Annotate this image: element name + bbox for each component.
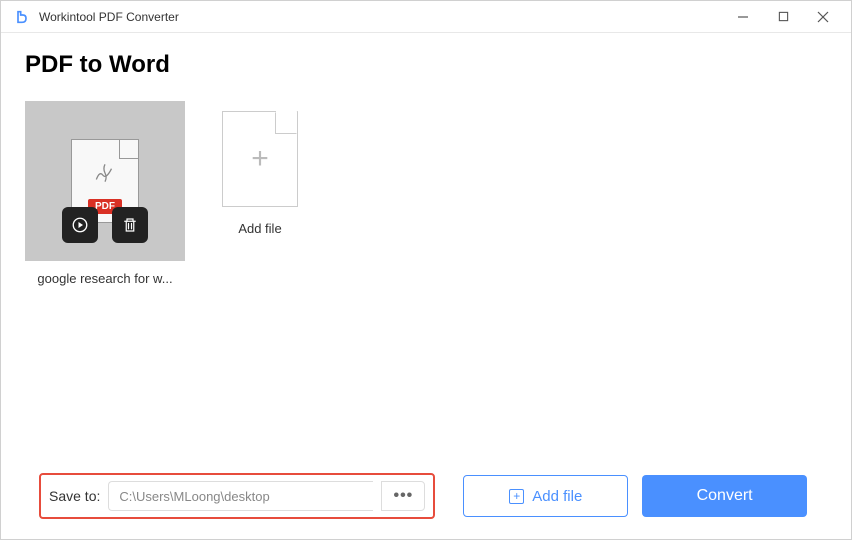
add-file-button[interactable]: + Add file bbox=[463, 475, 628, 517]
convert-button[interactable]: Convert bbox=[642, 475, 807, 517]
save-to-label: Save to: bbox=[49, 488, 100, 504]
file-card[interactable]: PDF bbox=[25, 101, 185, 459]
trash-icon bbox=[121, 216, 139, 234]
page-title: PDF to Word bbox=[25, 51, 827, 79]
app-window: Workintool PDF Converter PDF to Word bbox=[0, 0, 852, 540]
ellipsis-icon: ••• bbox=[393, 487, 413, 505]
blank-document-icon: + bbox=[222, 111, 298, 207]
acrobat-icon bbox=[92, 160, 118, 186]
bottom-bar: Save to: ••• + Add file Convert bbox=[25, 459, 827, 539]
titlebar: Workintool PDF Converter bbox=[1, 1, 851, 33]
files-area: PDF bbox=[25, 101, 827, 459]
window-title: Workintool PDF Converter bbox=[39, 10, 723, 24]
add-file-button-label: Add file bbox=[532, 488, 582, 505]
close-button[interactable] bbox=[803, 3, 843, 31]
add-plus-icon: + bbox=[509, 489, 524, 504]
preview-button[interactable] bbox=[62, 207, 98, 243]
add-file-label: Add file bbox=[238, 221, 281, 236]
add-file-tile[interactable]: + Add file bbox=[215, 111, 305, 459]
minimize-button[interactable] bbox=[723, 3, 763, 31]
save-to-group: Save to: ••• bbox=[39, 473, 435, 519]
plus-icon: + bbox=[251, 142, 269, 176]
content-area: PDF to Word PDF bbox=[1, 33, 851, 539]
file-actions bbox=[62, 207, 148, 243]
browse-button[interactable]: ••• bbox=[381, 481, 425, 511]
app-logo-icon bbox=[13, 8, 31, 26]
save-path-input[interactable] bbox=[108, 481, 373, 511]
file-name: google research for w... bbox=[37, 271, 172, 286]
window-controls bbox=[723, 3, 843, 31]
file-thumbnail: PDF bbox=[25, 101, 185, 261]
delete-button[interactable] bbox=[112, 207, 148, 243]
convert-button-label: Convert bbox=[697, 487, 753, 505]
maximize-button[interactable] bbox=[763, 3, 803, 31]
play-icon bbox=[71, 216, 89, 234]
